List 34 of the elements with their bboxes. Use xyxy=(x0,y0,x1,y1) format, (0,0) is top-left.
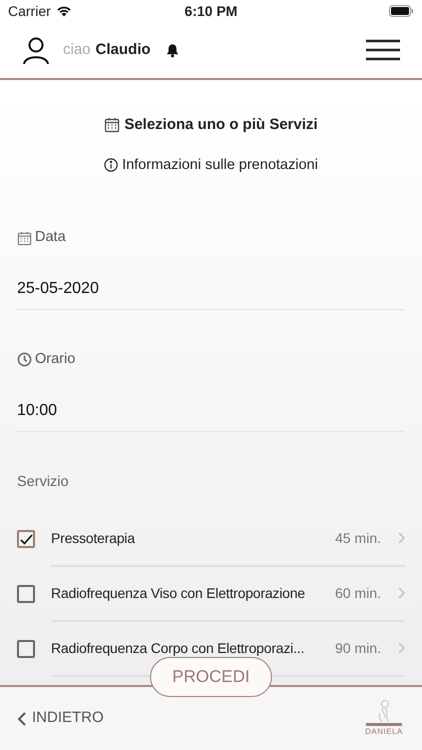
chevron-left-icon xyxy=(18,712,26,726)
service-duration: 90 min. xyxy=(335,638,381,658)
menu-icon[interactable] xyxy=(366,39,400,61)
field-label: Data xyxy=(35,228,66,248)
service-name[interactable]: Radiofrequenza Corpo con Elettroporazi... xyxy=(51,638,304,658)
back-link[interactable]: INDIETRO xyxy=(18,707,104,730)
checkbox[interactable] xyxy=(17,585,35,603)
user-name: Claudio xyxy=(96,40,151,60)
service-duration: 60 min. xyxy=(335,584,381,602)
info-icon[interactable] xyxy=(104,158,118,172)
logo-text: DANIELA xyxy=(365,726,403,738)
greeting-label: ciao xyxy=(63,40,91,60)
carrier-label: Carrier xyxy=(8,2,51,20)
calendar-icon xyxy=(104,117,120,134)
checkbox[interactable] xyxy=(17,530,35,548)
input-field[interactable]: 10:00 xyxy=(17,398,405,432)
calendar-icon xyxy=(17,230,32,246)
checkbox[interactable] xyxy=(17,640,35,658)
service-duration: 45 min. xyxy=(335,528,381,548)
info-link[interactable]: Informazioni sulle prenotazioni xyxy=(122,154,318,176)
battery-icon xyxy=(389,5,414,17)
check-icon xyxy=(20,534,32,544)
page-title: Seleziona uno o più Servizi xyxy=(124,115,318,135)
wifi-icon xyxy=(56,5,72,17)
service-name[interactable]: Radiofrequenza Viso con Elettroporazione xyxy=(51,582,306,604)
section-label: Servizio xyxy=(17,472,70,492)
status-time: 6:10 PM xyxy=(184,2,238,20)
proceed-button[interactable]: PROCEDI xyxy=(150,657,272,697)
user-icon[interactable] xyxy=(22,36,50,64)
field-label: Orario xyxy=(35,350,76,369)
clock-icon xyxy=(17,352,32,368)
service-name[interactable]: Pressoterapia xyxy=(51,528,135,548)
input-field[interactable]: 25-05-2020 xyxy=(17,277,405,310)
bell-icon[interactable] xyxy=(164,42,180,58)
